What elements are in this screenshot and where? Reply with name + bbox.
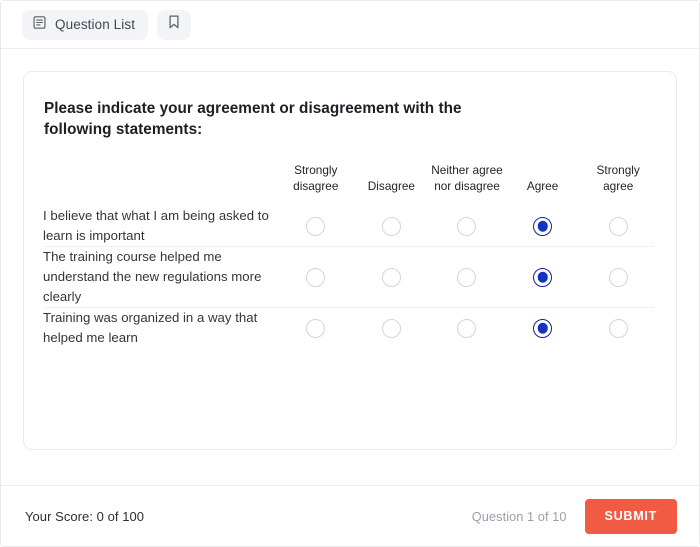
radio-row2-neither[interactable] — [457, 268, 476, 287]
radio-row3-agree[interactable] — [533, 319, 552, 338]
radio-cell[interactable] — [580, 247, 656, 307]
likert-matrix: Strongly disagree Disagree Neither agree… — [43, 162, 656, 348]
footer-bar: Your Score: 0 of 100 Question 1 of 10 SU… — [1, 485, 699, 546]
radio-row2-agree[interactable] — [533, 268, 552, 287]
radio-row1-strongly-disagree[interactable] — [306, 217, 325, 236]
column-header-strongly-disagree: Strongly disagree — [278, 162, 354, 206]
column-header-strongly-agree: Strongly agree — [580, 162, 656, 206]
radio-cell[interactable] — [580, 308, 656, 348]
radio-row2-strongly-agree[interactable] — [609, 268, 628, 287]
statement-text: Training was organized in a way that hel… — [43, 308, 278, 348]
statement-text: I believe that what I am being asked to … — [43, 206, 278, 246]
column-header-neither-agree-nor-disagree: Neither agree nor disagree — [429, 162, 505, 206]
radio-row3-disagree[interactable] — [382, 319, 401, 338]
column-header-agree: Agree — [505, 162, 581, 206]
radio-cell[interactable] — [505, 206, 581, 246]
radio-cell[interactable] — [429, 308, 505, 348]
radio-cell[interactable] — [580, 206, 656, 246]
radio-row1-agree[interactable] — [533, 217, 552, 236]
list-document-icon — [32, 15, 47, 35]
table-row: Training was organized in a way that hel… — [43, 308, 656, 348]
question-list-button[interactable]: Question List — [22, 10, 148, 40]
content-area: Please indicate your agreement or disagr… — [1, 49, 699, 485]
radio-row2-strongly-disagree[interactable] — [306, 268, 325, 287]
statement-column-header — [43, 162, 278, 206]
radio-cell[interactable] — [278, 206, 354, 246]
radio-cell[interactable] — [354, 206, 430, 246]
submit-button[interactable]: SUBMIT — [585, 499, 677, 534]
quiz-window: Question List Please indicate your agree… — [0, 0, 700, 547]
radio-cell[interactable] — [505, 247, 581, 307]
radio-cell[interactable] — [278, 308, 354, 348]
radio-row2-disagree[interactable] — [382, 268, 401, 287]
column-header-disagree: Disagree — [354, 162, 430, 206]
radio-row1-disagree[interactable] — [382, 217, 401, 236]
footer-actions: Question 1 of 10 SUBMIT — [472, 499, 677, 534]
table-row: The training course helped me understand… — [43, 247, 656, 307]
radio-cell[interactable] — [505, 308, 581, 348]
radio-row3-neither[interactable] — [457, 319, 476, 338]
question-card: Please indicate your agreement or disagr… — [23, 71, 677, 450]
question-prompt: Please indicate your agreement or disagr… — [44, 98, 474, 140]
table-row: I believe that what I am being asked to … — [43, 206, 656, 246]
statement-text: The training course helped me understand… — [43, 247, 278, 307]
radio-row1-strongly-agree[interactable] — [609, 217, 628, 236]
toolbar: Question List — [1, 1, 699, 49]
radio-row3-strongly-disagree[interactable] — [306, 319, 325, 338]
radio-cell[interactable] — [354, 308, 430, 348]
radio-row1-neither[interactable] — [457, 217, 476, 236]
score-text: Your Score: 0 of 100 — [25, 509, 144, 524]
bookmark-icon — [167, 14, 181, 35]
radio-row3-strongly-agree[interactable] — [609, 319, 628, 338]
bookmark-button[interactable] — [157, 10, 191, 40]
radio-cell[interactable] — [429, 247, 505, 307]
question-list-label: Question List — [55, 17, 135, 32]
question-counter: Question 1 of 10 — [472, 509, 567, 524]
matrix-header-row: Strongly disagree Disagree Neither agree… — [43, 162, 656, 206]
radio-cell[interactable] — [278, 247, 354, 307]
radio-cell[interactable] — [354, 247, 430, 307]
radio-cell[interactable] — [429, 206, 505, 246]
